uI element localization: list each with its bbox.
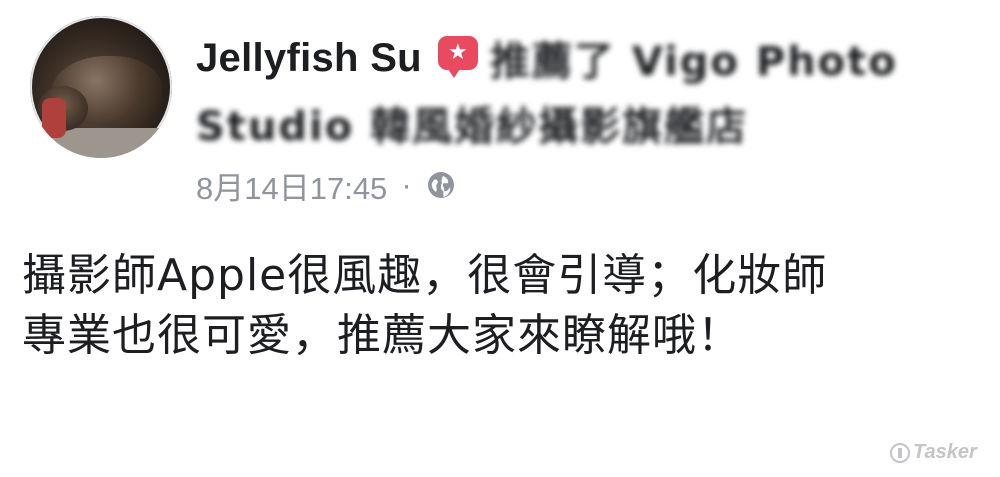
post-text-line: 專業也很可愛，推薦大家來瞭解哦！ [22, 310, 742, 361]
avatar-person [42, 98, 66, 138]
watermark-text: Tasker [913, 441, 977, 463]
facebook-post: Jellyfish Su ★ 推薦了 Vigo Photo Studio 韓風婚… [0, 0, 1000, 477]
avatar[interactable] [30, 16, 172, 158]
recommended-page-name[interactable]: 推薦了 Vigo Photo [490, 29, 898, 87]
author-name[interactable]: Jellyfish Su [196, 36, 422, 81]
meta-separator: · [401, 167, 412, 202]
tasker-logo-icon [890, 442, 910, 463]
watermark: Tasker [890, 441, 977, 464]
post-body: 攝影師Apple很風趣，很會引導；化妝師 專業也很可愛，推薦大家來瞭解哦！ [22, 246, 997, 366]
recommend-icon: ★ [436, 36, 480, 80]
post-timestamp[interactable]: 8月14日17:45 [196, 163, 387, 208]
recommended-page-name-continued[interactable]: Studio 韓風婚紗攝影旗艦店 [196, 94, 748, 152]
post-header: Jellyfish Su ★ 推薦了 Vigo Photo [196, 30, 898, 86]
globe-icon[interactable] [426, 170, 456, 200]
post-text-line: 攝影師Apple很風趣，很會引導；化妝師 [22, 250, 828, 301]
post-meta: 8月14日17:45 · [196, 162, 456, 208]
